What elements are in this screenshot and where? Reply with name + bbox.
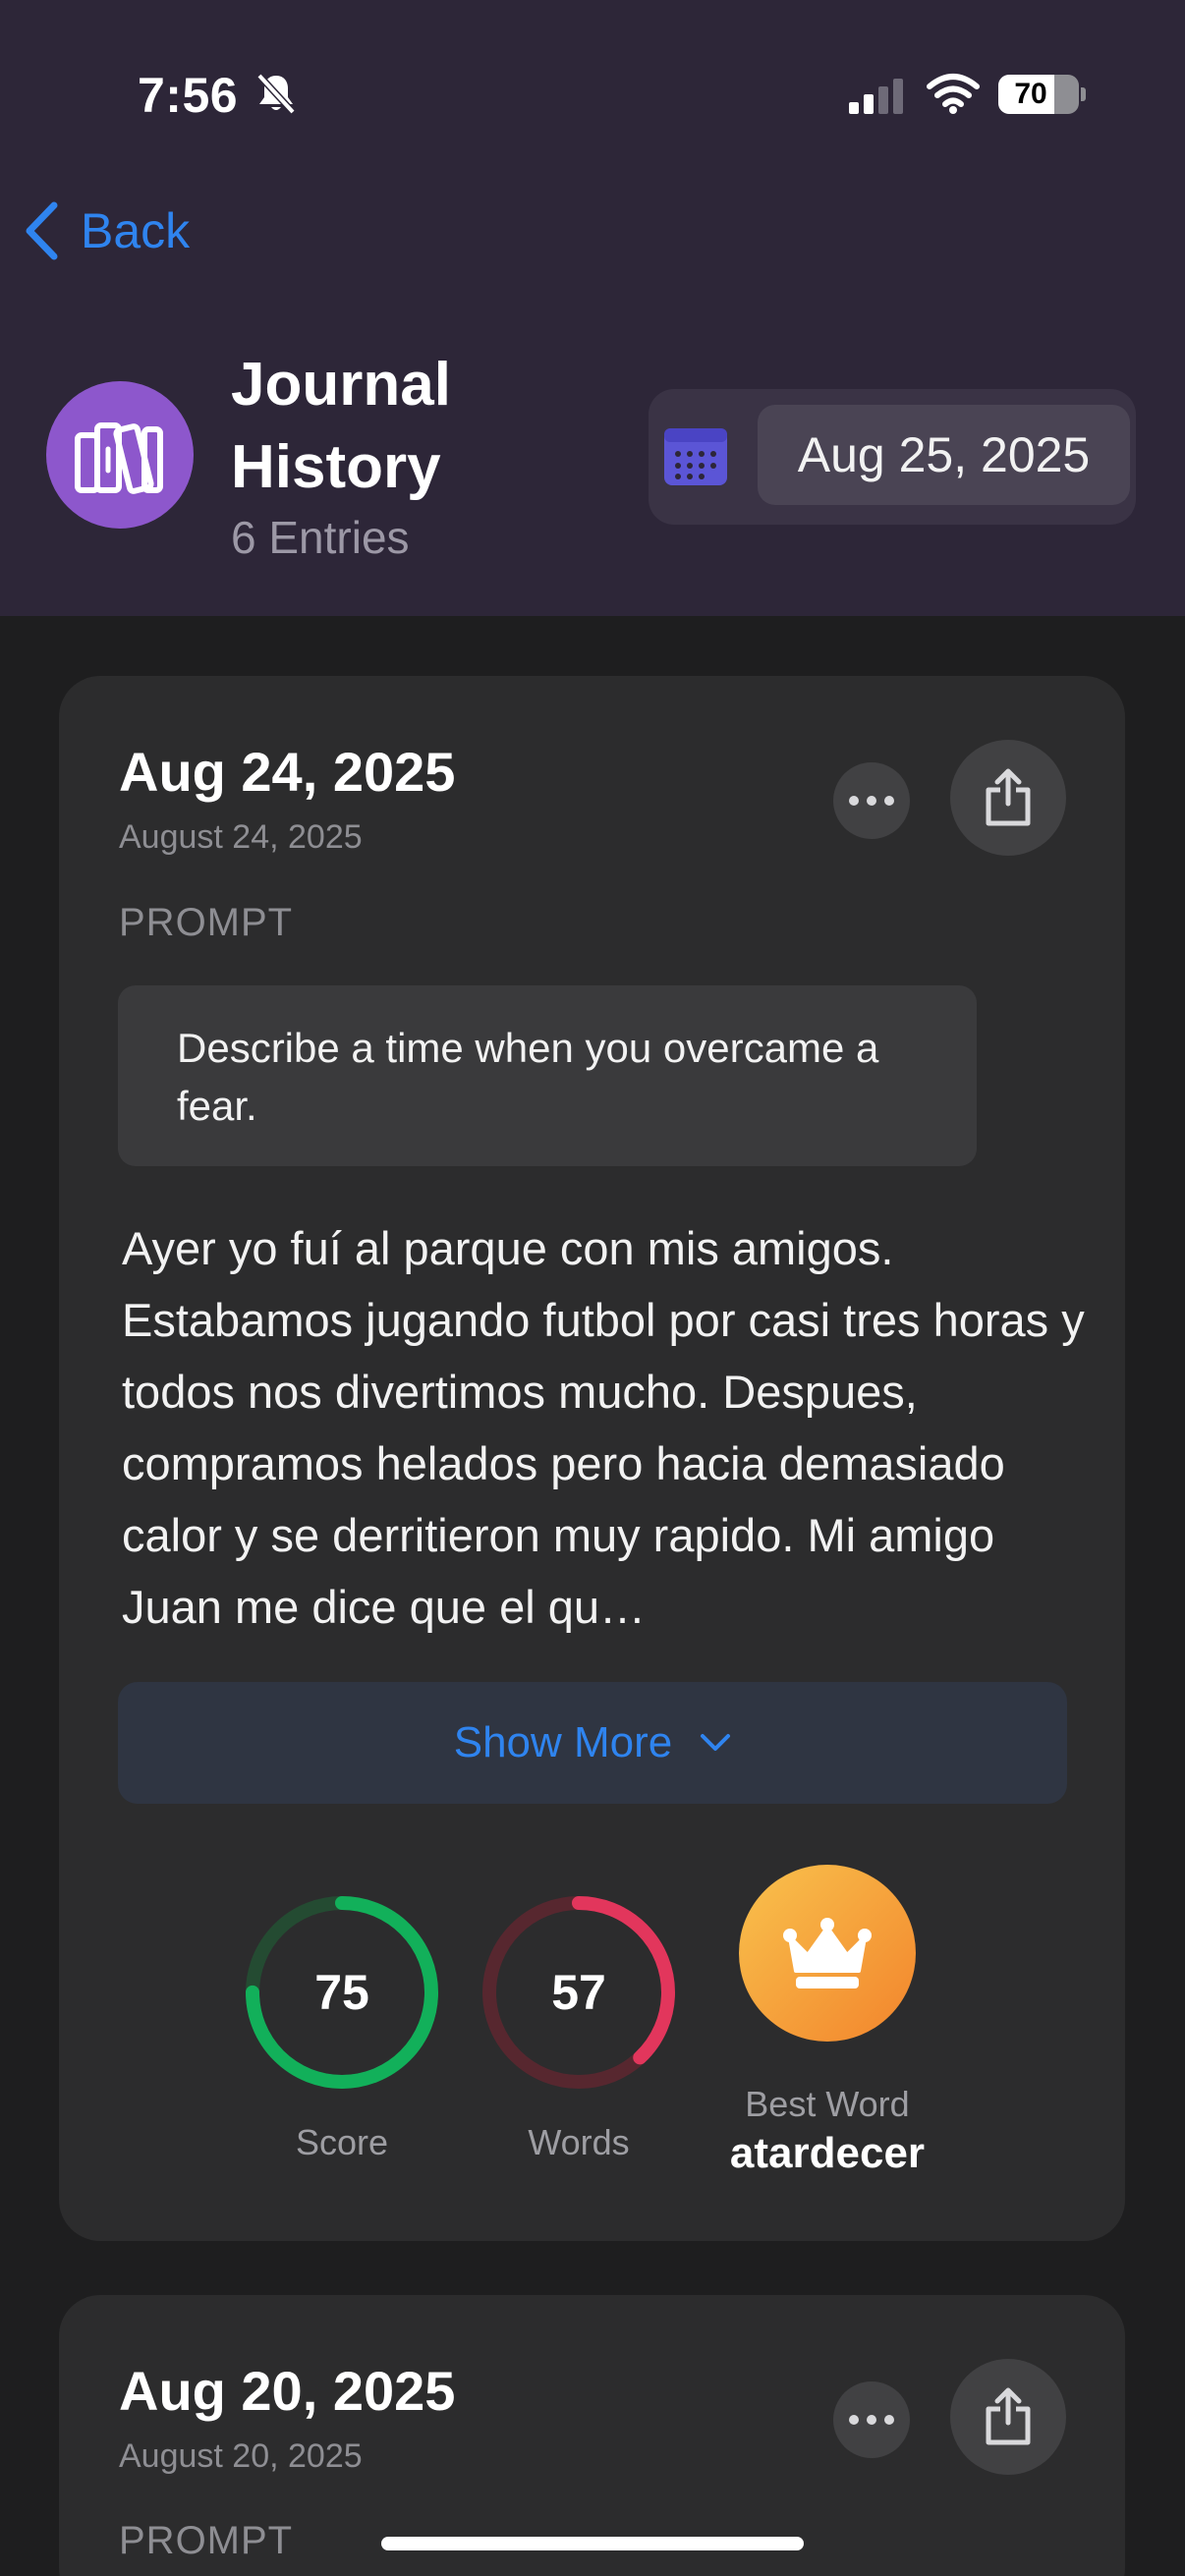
words-ring: 57 (480, 1894, 677, 2091)
books-avatar (46, 381, 194, 529)
share-icon (986, 2387, 1031, 2445)
entry-date: Aug 24, 2025 (119, 741, 456, 803)
page-title: Journal History (231, 351, 451, 501)
date-picker[interactable]: Aug 25, 2025 (649, 389, 1136, 525)
ellipsis-icon (849, 2415, 894, 2425)
wifi-icon (927, 74, 980, 114)
journal-entry-card: Aug 20, 2025 August 20, 2025 PROMPT (59, 2295, 1125, 2576)
prompt-label: PROMPT (119, 2519, 294, 2562)
cellular-signal-icon (849, 79, 903, 114)
crown-icon (783, 1918, 872, 1988)
ellipsis-icon (849, 796, 894, 806)
entry-text: Ayer yo fuí al parque con mis amigos. Es… (122, 1222, 1085, 1633)
more-options-button[interactable] (833, 2381, 910, 2458)
selected-date[interactable]: Aug 25, 2025 (758, 405, 1130, 505)
back-label: Back (81, 203, 191, 258)
share-icon (986, 768, 1031, 826)
chevron-left-icon (26, 201, 58, 260)
score-label: Score (295, 2122, 389, 2162)
prompt-text: Describe a time when you overcame a fear… (118, 985, 977, 1166)
score-ring: 75 (244, 1894, 440, 2091)
journal-entry-card: Aug 24, 2025 August 24, 2025 PROMPT Desc… (59, 676, 1125, 2241)
show-more-label: Show More (453, 1718, 673, 1766)
home-indicator (381, 2537, 804, 2550)
battery-tip (1081, 87, 1086, 101)
best-word-badge (739, 1865, 916, 2042)
battery-level: 70 (1014, 78, 1047, 110)
more-options-button[interactable] (833, 762, 910, 839)
chevron-down-icon (701, 1734, 731, 1751)
share-button[interactable] (950, 740, 1066, 856)
entry-full-date: August 24, 2025 (119, 818, 363, 856)
bell-slash-icon (256, 73, 296, 115)
share-button[interactable] (950, 2359, 1066, 2475)
back-button[interactable]: Back (22, 193, 190, 269)
battery-indicator: 70 (998, 75, 1079, 114)
words-value: 57 (551, 1965, 606, 2020)
best-word-label: Best Word (745, 2084, 910, 2124)
header: 7:56 70 Back Journal History 6 Entries A… (0, 0, 1185, 616)
show-more-button[interactable]: Show More (118, 1682, 1067, 1804)
entry-count: 6 Entries (231, 512, 410, 563)
entry-date: Aug 20, 2025 (119, 2360, 456, 2422)
best-word: atardecer (729, 2129, 926, 2177)
entry-full-date: August 20, 2025 (119, 2437, 363, 2475)
prompt-label: PROMPT (119, 901, 294, 944)
status-time: 7:56 (138, 68, 239, 123)
score-value: 75 (314, 1965, 369, 2020)
calendar-icon (664, 428, 727, 485)
books-icon (75, 422, 163, 494)
words-label: Words (528, 2122, 630, 2162)
